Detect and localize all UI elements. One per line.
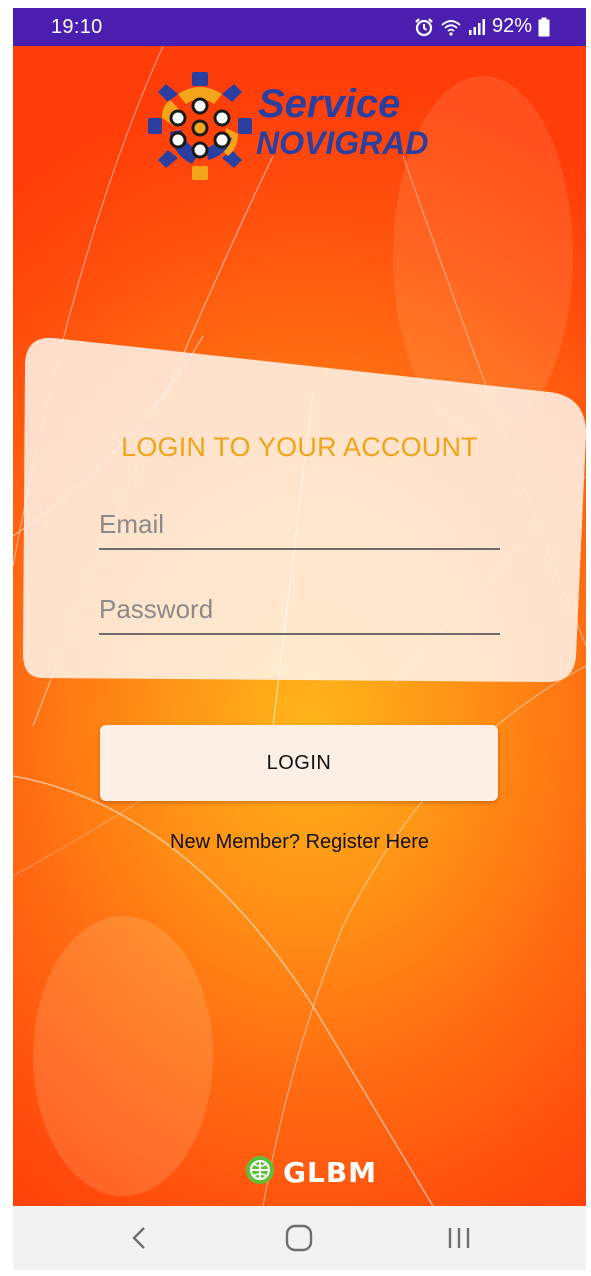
footer-brand: GLBM [243,1152,377,1192]
battery-icon [538,17,550,37]
status-icons: 92% [414,15,550,38]
login-heading: LOGIN TO YOUR ACCOUNT [121,432,478,462]
email-field[interactable] [99,506,500,550]
gear-logo-icon [148,72,252,180]
login-screen: Service NOVIGRAD LOGIN TO YOUR ACCOUNT L… [13,46,586,1206]
password-field[interactable] [99,591,500,635]
recents-icon[interactable] [419,1206,499,1270]
home-icon[interactable] [259,1206,339,1270]
navigation-bar [13,1206,586,1270]
signal-icon [468,18,486,36]
app-logo: Service NOVIGRAD [148,72,458,184]
footer-brand-text: GLBM [283,1155,378,1189]
alarm-icon [414,17,434,37]
status-bar: 19:10 92% [13,8,586,46]
logo-subtitle: NOVIGRAD [256,125,429,161]
wifi-icon [440,17,462,37]
logo-title: Service [258,82,401,126]
register-link[interactable]: New Member? Register Here [13,831,586,854]
phone-screen: 19:10 92% Service NOVIGRAD LOGIN TO YOUR… [13,8,586,1270]
status-time: 19:10 [51,16,103,38]
globe-icon [243,1153,277,1192]
back-icon[interactable] [99,1206,179,1270]
login-button[interactable]: LOGIN [100,725,498,801]
battery-level: 92% [491,15,532,37]
